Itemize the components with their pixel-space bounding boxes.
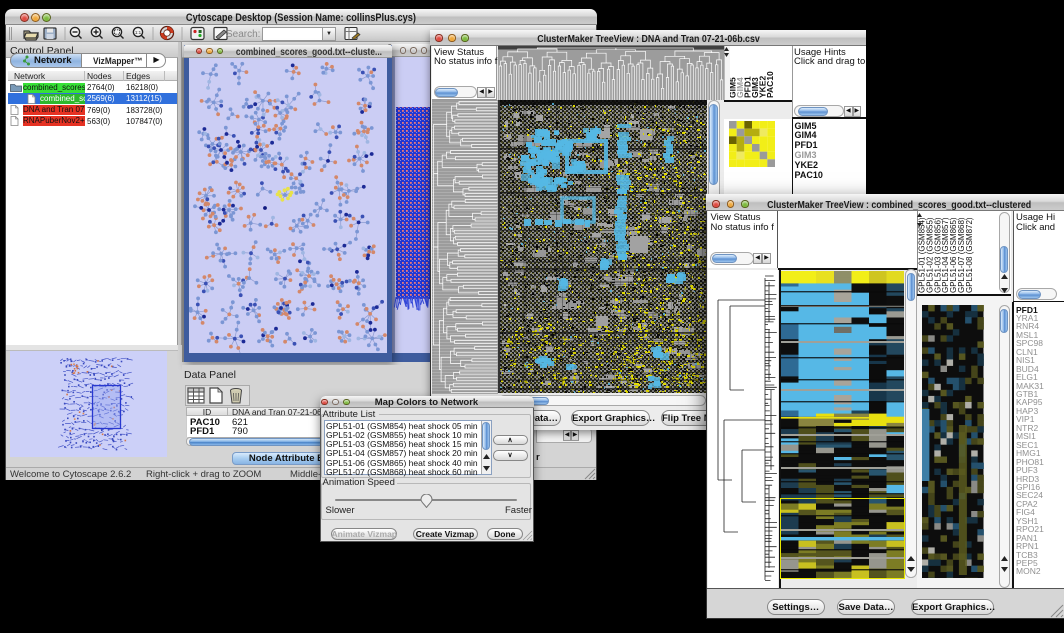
svg-text:GPL51-08 (GSM872): GPL51-08 (GSM872): [964, 217, 973, 293]
svg-text:1:1: 1:1: [135, 30, 142, 35]
svg-text:PAC10: PAC10: [765, 70, 775, 97]
